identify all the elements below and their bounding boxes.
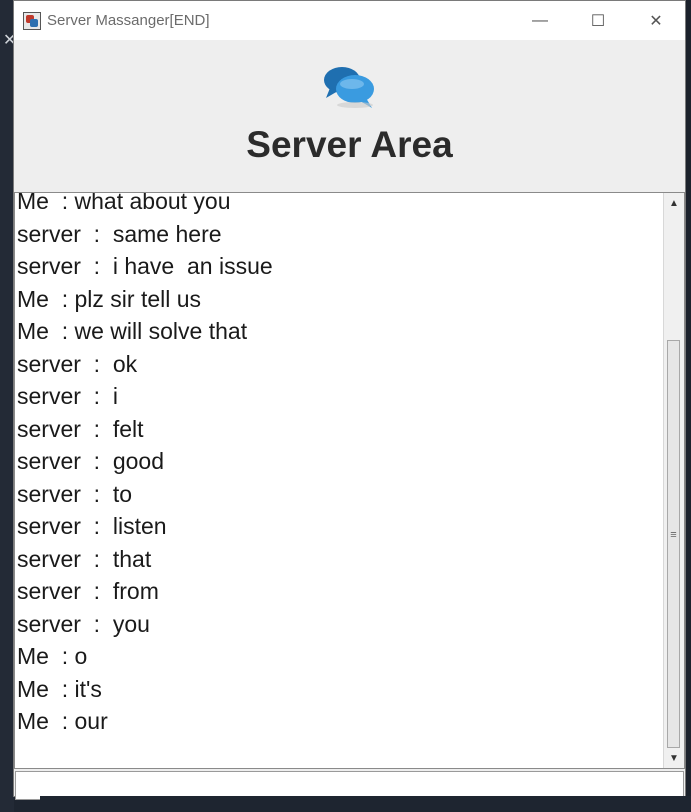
chat-message: server : i have an issue <box>17 253 273 279</box>
chat-message: Me : what about you <box>17 192 231 214</box>
java-app-icon <box>23 11 41 30</box>
page-title: Server Area <box>246 124 453 165</box>
chat-message: server : same here <box>17 220 222 247</box>
background-editor-gutter <box>0 0 14 812</box>
scroll-thumb[interactable] <box>667 340 680 748</box>
chat-message: server : listen <box>17 513 167 539</box>
scroll-down-arrow-icon[interactable]: ▼ <box>664 749 684 767</box>
chat-message: server : ok <box>17 350 138 377</box>
chat-message: server : good <box>17 448 165 474</box>
chat-message: server : you <box>17 610 150 637</box>
chat-message: server : from <box>17 578 159 604</box>
minimize-button[interactable]: — <box>511 1 569 40</box>
minimize-icon: — <box>532 11 548 29</box>
window-title: Server Massanger[END] <box>47 12 210 29</box>
chat-message: server : i <box>17 383 118 409</box>
background-code-line <box>40 796 691 812</box>
chat-bubbles-icon <box>324 67 374 108</box>
scroll-up-arrow-icon[interactable]: ▲ <box>664 194 684 212</box>
window-controls: — ☐ ✕ <box>511 1 685 40</box>
vertical-scrollbar[interactable]: ▲ ▼ <box>663 193 684 768</box>
close-icon: ✕ <box>649 12 663 30</box>
chat-log[interactable]: Me : what about you server : same here ser… <box>14 192 685 769</box>
chat-message: Me : we will solve that <box>17 318 248 344</box>
message-list: Me : what about you server : same here ser… <box>17 192 662 738</box>
chat-message: Me : our <box>17 708 108 734</box>
maximize-button[interactable]: ☐ <box>569 1 627 40</box>
chat-message: Me : it's <box>17 675 102 702</box>
server-messenger-window: Server Massanger[END] — ☐ ✕ Server Area … <box>13 0 686 800</box>
maximize-icon: ☐ <box>590 12 606 30</box>
chat-message: Me : o <box>17 643 88 669</box>
chat-message: server : that <box>17 545 152 572</box>
title-bar[interactable]: Server Massanger[END] — ☐ ✕ <box>14 1 685 40</box>
chat-message: server : to <box>17 480 133 507</box>
chat-message: server : felt <box>17 415 144 442</box>
chat-message: Me : plz sir tell us <box>17 285 202 312</box>
header-panel: Server Area <box>14 40 685 192</box>
close-button[interactable]: ✕ <box>627 1 685 40</box>
